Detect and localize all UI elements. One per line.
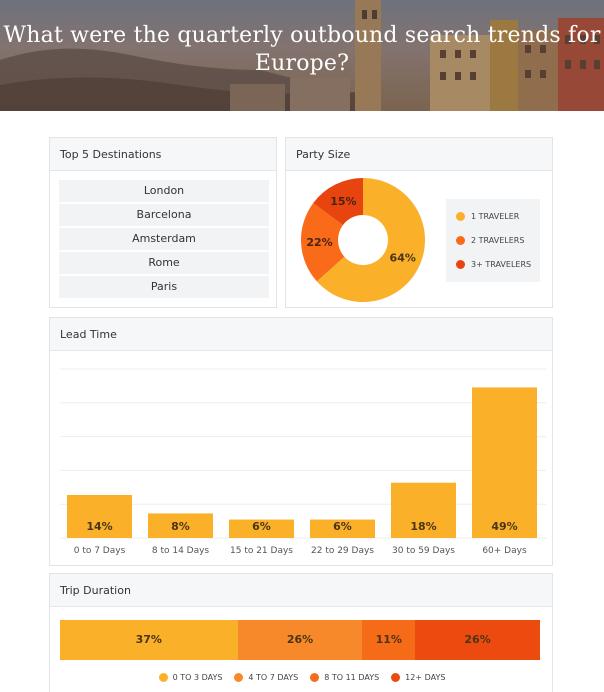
donut-slice-label: 64% [390, 252, 416, 265]
category-tick-label: 30 to 59 Days [392, 546, 455, 556]
destination-item: Amsterdam [59, 228, 269, 250]
party-size-title: Party Size [286, 138, 552, 171]
legend-swatch-1-traveler [456, 212, 465, 221]
category-tick-label: 60+ Days [482, 546, 527, 556]
legend-swatch-2-travelers [456, 236, 465, 245]
party-size-legend: 1 TRAVELER 2 TRAVELERS 3+ TRAVELERS [446, 199, 540, 282]
legend-item: 2 TRAVELERS [456, 236, 524, 245]
legend-item: 1 TRAVELER [456, 212, 519, 221]
legend-item: 3+ TRAVELERS [456, 260, 531, 269]
segment-value-label: 26% [286, 633, 314, 646]
trip-duration-panel: Trip Duration 37% 26% 11% 26% 0 TO 3 DAYS 4 … [49, 573, 553, 692]
lead-time-bar-chart: 14% 0 to 7 Days 8% 8 to 14 Days 6% 15 to 21 D… [60, 368, 546, 556]
trip-duration-legend: 0 TO 3 DAYS 4 TO 7 DAYS 8 TO 11 DAYS 12+ DA… [50, 673, 554, 682]
donut-slice-label: 22% [306, 236, 332, 249]
hero-banner: What were the quarterly outbound search … [0, 0, 604, 111]
legend-label: 2 TRAVELERS [471, 236, 525, 245]
lead-time-panel: Lead Time 14% 0 to 7 Days 8% 8 to 14 Days 6%… [49, 317, 553, 566]
legend-label: 4 TO 7 DAYS [248, 673, 299, 682]
legend-swatch-3-plus-travelers [456, 260, 465, 269]
legend-swatch [234, 673, 244, 682]
category-tick-label: 22 to 29 Days [311, 546, 374, 556]
destinations-list: London Barcelona Amsterdam Rome Paris [59, 180, 269, 300]
legend-item: 0 TO 3 DAYS [158, 673, 223, 682]
bar-value-label: 18% [410, 520, 436, 533]
legend-label: 1 TRAVELER [471, 212, 520, 221]
party-size-donut-chart: 64% 22% 15% [301, 178, 425, 302]
bar-value-label: 8% [171, 520, 190, 533]
legend-swatch [158, 673, 168, 682]
category-tick-label: 15 to 21 Days [230, 546, 293, 556]
legend-swatch [310, 673, 320, 682]
destinations-panel: Top 5 Destinations London Barcelona Amst… [49, 137, 277, 308]
bar-value-label: 49% [491, 520, 517, 533]
lead-time-title: Lead Time [50, 318, 552, 351]
segment-value-label: 11% [375, 633, 402, 646]
legend-label: 3+ TRAVELERS [471, 260, 532, 269]
segment-value-label: 26% [464, 633, 491, 646]
destinations-title: Top 5 Destinations [50, 138, 276, 171]
segment-value-label: 37% [135, 633, 162, 646]
destination-item: Barcelona [59, 204, 269, 226]
destination-item: Paris [59, 276, 269, 298]
bar-value-label: 14% [86, 520, 112, 533]
bar-value-label: 6% [333, 520, 352, 533]
trip-duration-stacked-bar: 37% 26% 11% 26% [60, 620, 540, 660]
legend-label: 8 TO 11 DAYS [324, 673, 380, 682]
category-tick-label: 0 to 7 Days [74, 546, 126, 556]
category-tick-label: 8 to 14 Days [152, 546, 210, 556]
party-size-panel: Party Size 64% 22% 15% 1 TRAVELER 2 TRAVEL… [285, 137, 553, 308]
bar-value-label: 6% [252, 520, 271, 533]
page-title: What were the quarterly outbound search … [3, 23, 601, 76]
donut-slice-label: 15% [330, 195, 356, 208]
lead-time-bar [472, 387, 537, 538]
legend-label: 0 TO 3 DAYS [172, 673, 223, 682]
destination-item: London [59, 180, 269, 202]
destination-item: Rome [59, 252, 269, 274]
legend-item: 8 TO 11 DAYS [310, 673, 379, 682]
legend-label: 12+ DAYS [405, 673, 446, 682]
legend-item: 4 TO 7 DAYS [234, 673, 298, 682]
legend-item: 12+ DAYS [391, 673, 445, 682]
legend-swatch [391, 673, 401, 682]
trip-duration-title: Trip Duration [50, 574, 552, 607]
